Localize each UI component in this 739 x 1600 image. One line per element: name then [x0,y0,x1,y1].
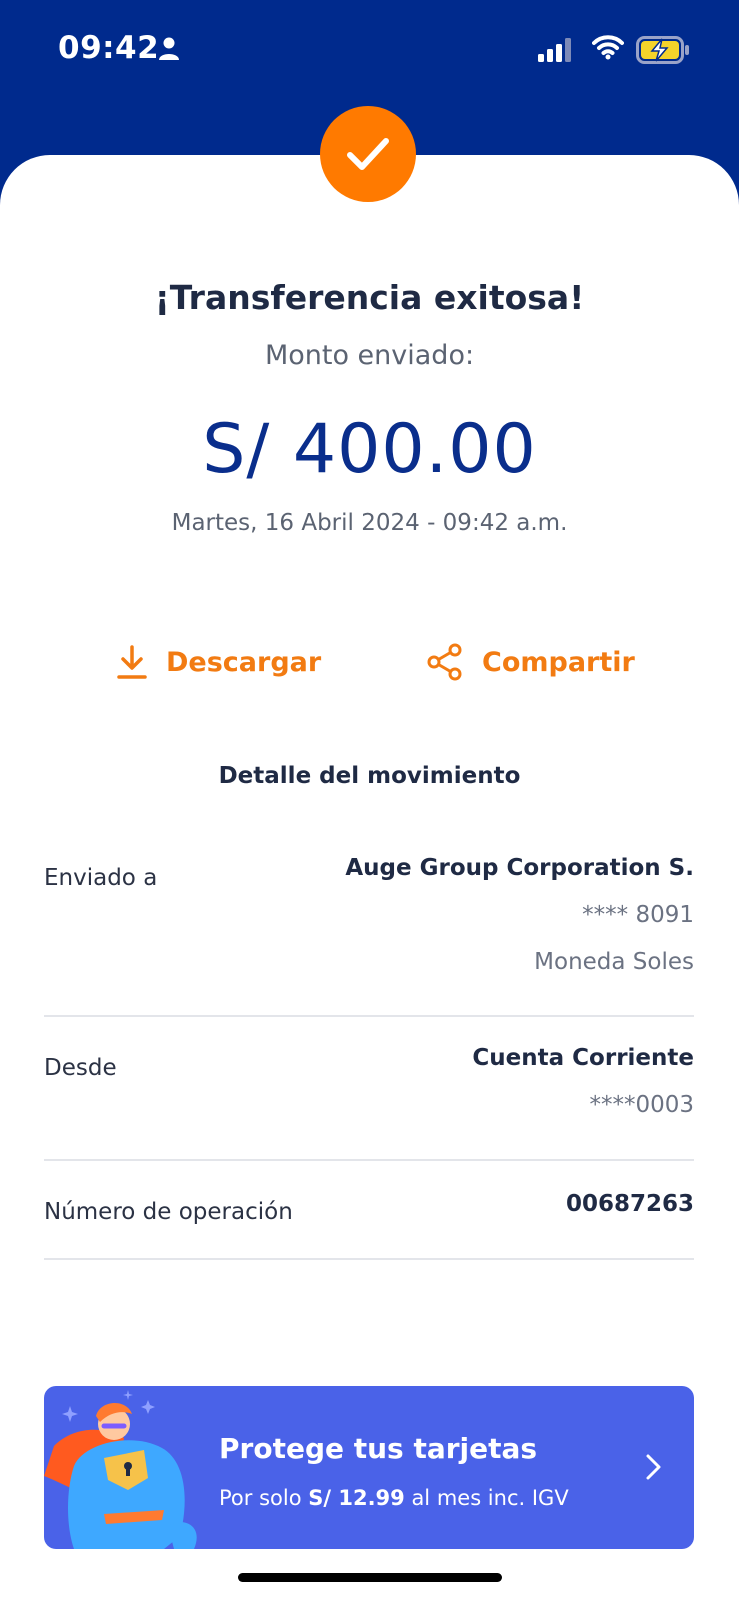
superhero-illustration-icon [44,1390,197,1549]
detail-row-source: Desde Cuenta Corriente ****0003 [44,1017,694,1161]
status-time: 09:42 [58,30,160,66]
source-account-number: ****0003 [589,1092,694,1118]
share-label: Compartir [482,646,635,678]
detail-row-label: Desde [44,1055,117,1081]
detail-row-label: Número de operación [44,1199,293,1225]
source-account-type: Cuenta Corriente [472,1045,694,1071]
transaction-datetime: Martes, 16 Abril 2024 - 09:42 a.m. [171,510,568,536]
recipient-name: Auge Group Corporation S. [345,855,694,881]
wifi-icon [592,34,624,64]
detail-section-title: Detalle del movimiento [218,763,521,789]
page-title: ¡Transferencia exitosa! [154,278,585,317]
recipient-account: **** 8091 [582,902,694,928]
status-bar: 09:42 [0,0,739,100]
amount-caption: Monto enviado: [264,340,475,371]
download-icon [117,645,147,679]
chevron-right-icon [646,1454,661,1480]
check-icon [347,138,389,170]
detail-row-values: Cuenta Corriente ****0003 [472,1035,694,1129]
success-badge [320,106,416,202]
promo-subtitle-suffix: al mes inc. IGV [404,1486,569,1510]
promo-banner[interactable]: Protege tus tarjetas Por solo S/ 12.99 a… [44,1386,694,1549]
download-button[interactable]: Descargar [116,640,321,684]
promo-price: S/ 12.99 [308,1486,405,1510]
person-icon [158,37,180,65]
share-icon [427,643,462,681]
detail-row-values: 00687263 [566,1181,694,1228]
promo-title: Protege tus tarjetas [219,1432,538,1465]
battery-charging-icon [636,36,690,68]
detail-row-label: Enviado a [44,865,158,891]
home-indicator[interactable] [238,1573,502,1582]
promo-subtitle: Por solo S/ 12.99 al mes inc. IGV [219,1486,569,1510]
detail-row-values: Auge Group Corporation S. **** 8091 Mone… [345,845,694,986]
download-label: Descargar [166,646,322,678]
share-button[interactable]: Compartir [426,640,635,684]
detail-row-recipient: Enviado a Auge Group Corporation S. ****… [44,845,694,1017]
promo-subtitle-prefix: Por solo [219,1486,309,1510]
recipient-currency: Moneda Soles [534,949,694,975]
detail-row-operation: Número de operación 00687263 [44,1161,694,1260]
signal-icon [538,38,576,66]
operation-number: 00687263 [565,1191,694,1217]
amount-value: S/ 400.00 [202,410,537,489]
